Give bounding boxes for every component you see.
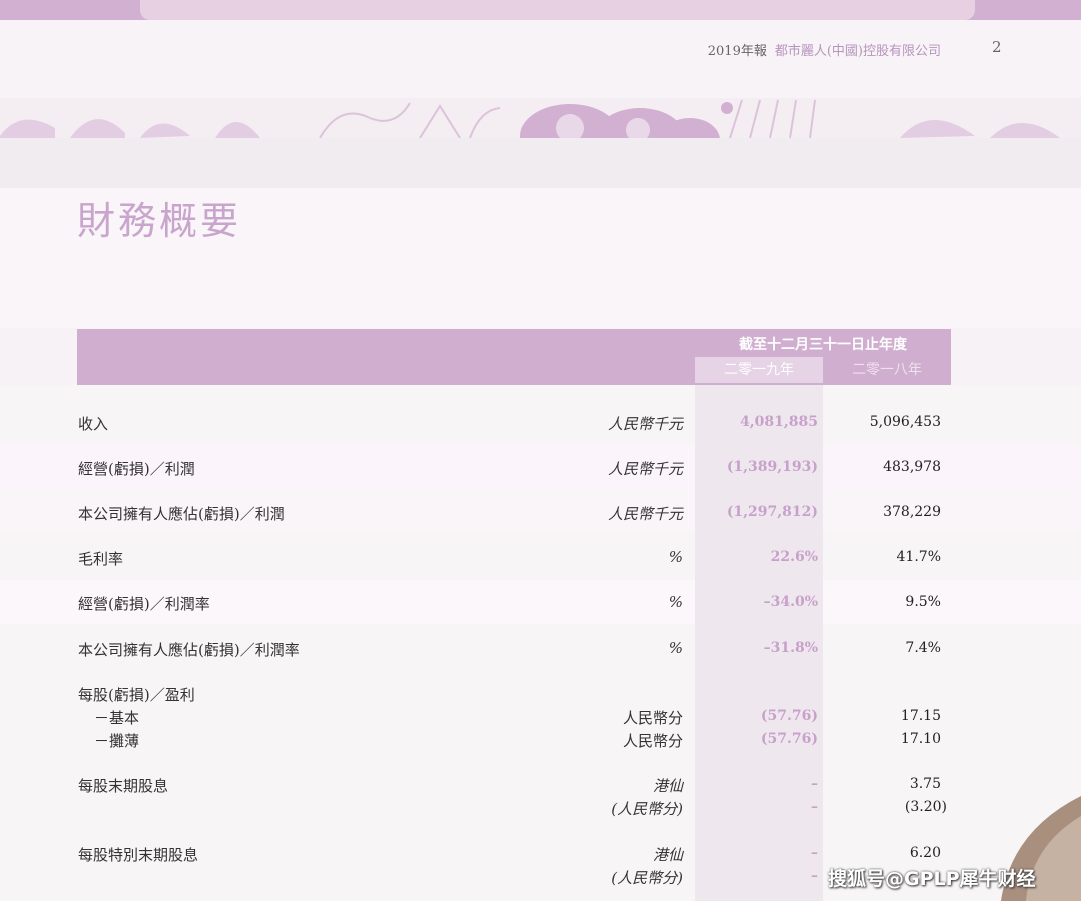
special-dividend-unit-hk: 港仙 [652, 846, 683, 864]
report-year: 2019年報 [707, 44, 767, 59]
row-label: 本公司擁有人應佔(虧損)／利潤 [78, 505, 285, 523]
row-label: 收入 [78, 415, 109, 433]
value-2018: 41.7% [896, 549, 941, 565]
final-dividend-2019-rmb: – [811, 799, 818, 815]
row-label: 毛利率 [78, 550, 124, 568]
final-dividend-label: 每股末期股息 [78, 777, 169, 795]
year-2018-header: 二零一八年 [852, 362, 922, 378]
eps-basic-unit: 人民幣分 [622, 709, 683, 727]
row-unit: % [668, 548, 683, 566]
value-2018: 483,978 [883, 459, 941, 475]
special-dividend-2019-rmb: – [811, 868, 818, 884]
value-2018: 5,096,453 [869, 414, 941, 430]
value-2018: 7.4% [905, 640, 941, 656]
period-header: 截至十二月三十一日止年度 [739, 337, 907, 353]
final-dividend-2018-hk: 3.75 [909, 776, 941, 792]
special-dividend-label: 每股特別末期股息 [78, 846, 199, 864]
special-dividend-unit-rmb: (人民幣分) [611, 869, 683, 887]
value-2018: 9.5% [905, 594, 941, 610]
eps-diluted-label: －攤薄 [94, 732, 140, 750]
special-dividend-2019-hk: – [811, 845, 818, 861]
value-2019: (1,389,193) [726, 459, 818, 475]
final-dividend-unit-hk: 港仙 [652, 777, 683, 795]
eps-diluted-unit: 人民幣分 [622, 732, 683, 750]
floral-pattern-icon [0, 99, 1060, 138]
value-2019: (1,297,812) [726, 504, 818, 520]
value-2019: 22.6% [770, 549, 818, 565]
header-text: 2019年報 都市麗人(中國)控股有限公司 [708, 40, 941, 59]
row-unit: 人民幣千元 [607, 460, 683, 478]
final-dividend-unit-rmb: (人民幣分) [611, 800, 683, 818]
final-dividend-2018-rmb: (3.20) [904, 799, 947, 815]
row-unit: 人民幣千元 [607, 505, 683, 523]
row-label: 本公司擁有人應佔(虧損)／利潤率 [78, 641, 300, 659]
top-band [0, 0, 1081, 20]
row-unit: % [668, 593, 683, 611]
light-band [0, 138, 1081, 188]
page-title: 財務概要 [77, 199, 242, 243]
value-2018: 378,229 [883, 504, 941, 520]
row-unit: % [668, 639, 683, 657]
eps-label: 每股(虧損)／盈利 [78, 686, 195, 704]
year-2019-header: 二零一九年 [695, 357, 823, 383]
special-dividend-2018-hk: 6.20 [909, 845, 941, 861]
header-area [0, 20, 1081, 98]
top-band-inner [140, 0, 975, 20]
value-2019: 4,081,885 [740, 414, 818, 430]
row-label: 經營(虧損)／利潤率 [78, 595, 210, 613]
watermark: 搜狐号@GPLP犀牛财经 [828, 868, 1036, 890]
page-number: 2 [992, 38, 1002, 56]
eps-basic-2018: 17.15 [900, 708, 941, 724]
eps-basic-label: －基本 [94, 709, 140, 727]
value-2019: –34.0% [763, 594, 818, 610]
eps-basic-2019: (57.76) [760, 708, 818, 724]
row-label: 經營(虧損)／利潤 [78, 460, 195, 478]
floral-band [0, 98, 1081, 138]
company-name: 都市麗人(中國)控股有限公司 [774, 44, 941, 59]
eps-diluted-2019: (57.76) [760, 731, 818, 747]
eps-diluted-2018: 17.10 [900, 731, 941, 747]
value-2019: –31.8% [763, 640, 818, 656]
final-dividend-2019-hk: – [811, 776, 818, 792]
row-unit: 人民幣千元 [607, 415, 683, 433]
